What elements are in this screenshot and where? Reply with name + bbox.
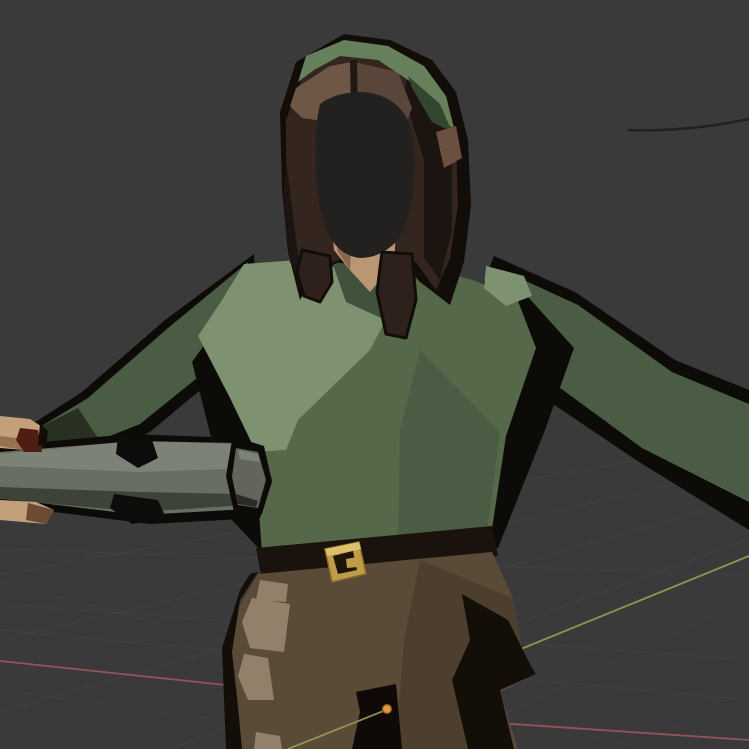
left-thigh-highlight[interactable] (242, 598, 290, 652)
belt-buckle[interactable] (325, 542, 366, 582)
viewport-canvas[interactable] (0, 0, 749, 749)
face[interactable] (316, 92, 415, 258)
hair-strand-right (377, 252, 416, 338)
origin-point[interactable] (383, 705, 392, 714)
3d-viewport[interactable] (0, 0, 749, 749)
crotch-shadow[interactable] (352, 684, 402, 749)
